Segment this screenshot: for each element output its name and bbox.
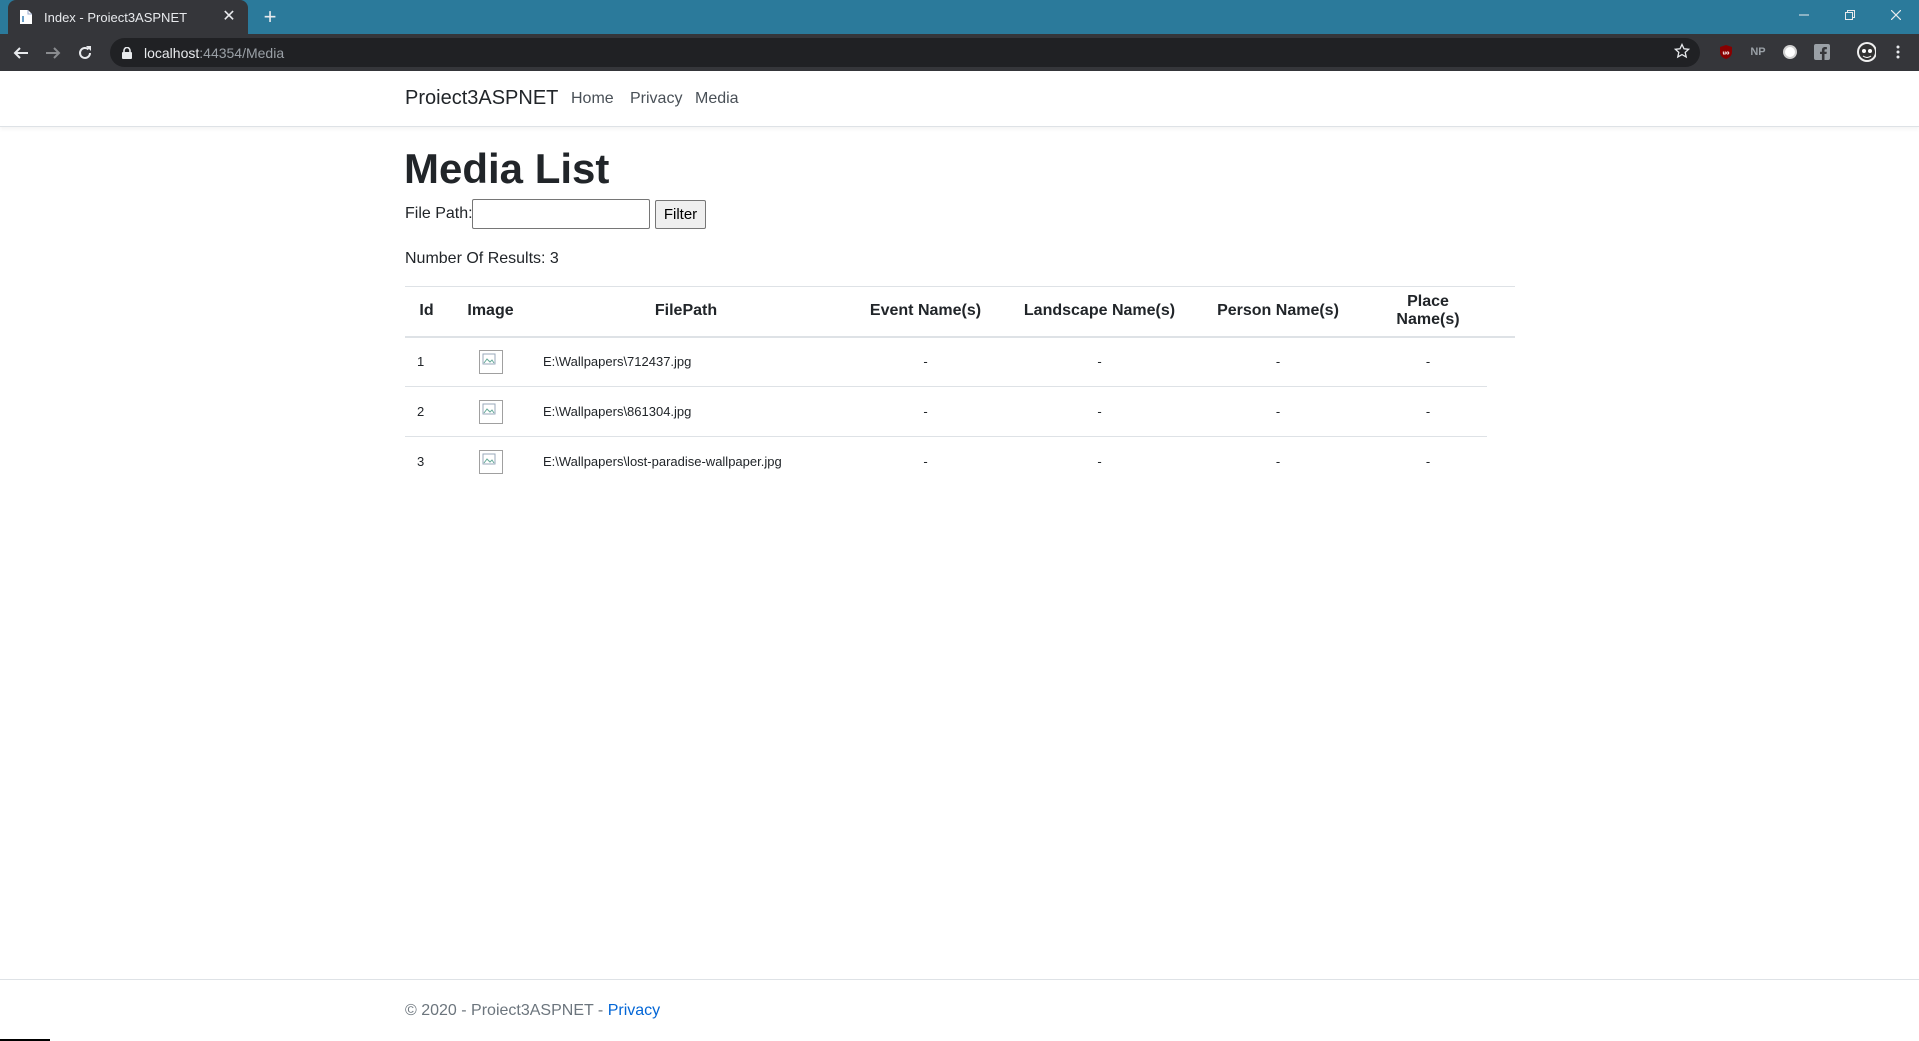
header-spacer — [1487, 286, 1515, 338]
cell-person: - — [1187, 336, 1369, 387]
cell-id: 3 — [417, 454, 425, 470]
cell-place: - — [1425, 454, 1431, 470]
nav-privacy[interactable]: Privacy — [630, 90, 682, 108]
table-row: 1 E:\Wallpapers\712437.jpg - - - - — [405, 336, 1515, 387]
cell-image — [448, 336, 533, 387]
cell-id: 1 — [405, 336, 448, 387]
browser-toolbar: localhost :44354/Media uo NP — [0, 34, 1919, 71]
cell-id: 2 — [405, 386, 448, 437]
ublock-icon[interactable]: uo — [1716, 42, 1736, 62]
cell-landscape: - — [1097, 454, 1102, 470]
cell-landscape: - — [1012, 386, 1187, 437]
circle-extension-icon[interactable] — [1780, 42, 1800, 62]
header-image: Image — [448, 286, 533, 338]
profile-avatar[interactable] — [1856, 42, 1876, 62]
page-title: Media List — [404, 145, 610, 192]
cell-place: - — [1369, 336, 1487, 387]
tab-title: Index - Proiect3ASPNET — [44, 9, 188, 25]
footer-privacy-link[interactable]: Privacy — [608, 1002, 660, 1019]
svg-text:uo: uo — [1723, 51, 1731, 57]
cell-image — [448, 437, 533, 487]
cell-spacer — [1487, 337, 1515, 387]
site-navbar: Proiect3ASPNET Home Privacy Media — [0, 71, 1919, 127]
cell-spacer — [1487, 387, 1515, 437]
browser-tab[interactable]: Index - Proiect3ASPNET ✕ — [8, 0, 248, 34]
bookmark-star-icon[interactable] — [1673, 42, 1691, 64]
header-filepath: FilePath — [533, 286, 839, 338]
cell-event: - — [839, 386, 1012, 437]
footer-text: © 2020 - Proiect3ASPNET - Privacy — [405, 1002, 660, 1020]
page-viewport: Proiect3ASPNET Home Privacy Media Media … — [0, 71, 1919, 1041]
restore-icon[interactable] — [1827, 0, 1873, 30]
reload-icon[interactable] — [72, 40, 98, 66]
filter-button[interactable]: Filter — [655, 200, 706, 229]
cell-filepath: E:\Wallpapers\861304.jpg — [533, 386, 839, 437]
file-path-input[interactable] — [472, 199, 650, 229]
broken-image-icon[interactable] — [478, 349, 503, 374]
nav-media[interactable]: Media — [695, 90, 739, 108]
lock-icon — [120, 46, 134, 60]
browser-menu-icon[interactable] — [1888, 42, 1908, 62]
url-path: :44354/Media — [199, 44, 285, 61]
footer-copyright: © 2020 - Proiect3ASPNET - — [405, 1002, 608, 1019]
cell-event: - — [923, 454, 928, 470]
page-icon — [18, 9, 34, 25]
cell-person: - — [1275, 454, 1281, 470]
cell-event: - — [839, 336, 1012, 387]
browser-titlebar: Index - Proiect3ASPNET ✕ + — [0, 0, 1919, 34]
cell-image — [448, 386, 533, 437]
table-row: 3 E:\Wallpapers\lost-paradise-wallpaper.… — [405, 437, 1515, 487]
minimize-icon[interactable] — [1781, 0, 1827, 30]
cell-filepath: E:\Wallpapers\lost-paradise-wallpaper.jp… — [543, 454, 782, 470]
close-tab-icon[interactable]: ✕ — [220, 8, 238, 26]
header-id: Id — [405, 286, 448, 338]
results-count: Number Of Results: 3 — [405, 250, 559, 267]
cell-spacer — [1487, 437, 1515, 487]
broken-image-icon[interactable] — [478, 399, 503, 424]
header-event-names: Event Name(s) — [839, 286, 1012, 338]
forward-icon[interactable] — [40, 40, 66, 66]
cell-filepath: E:\Wallpapers\712437.jpg — [533, 336, 839, 387]
address-bar[interactable]: localhost :44354/Media — [110, 38, 1700, 67]
url-host: localhost — [144, 44, 200, 61]
file-path-label: File Path: — [405, 205, 473, 222]
header-place-names: Place Name(s) — [1369, 286, 1487, 338]
table-header-row: Id Image FilePath Event Name(s) Landscap… — [405, 286, 1515, 338]
cell-person: - — [1187, 386, 1369, 437]
facebook-icon[interactable] — [1812, 42, 1832, 62]
media-table: Id Image FilePath Event Name(s) Landscap… — [405, 286, 1515, 487]
header-landscape-names: Landscape Name(s) — [1012, 286, 1187, 338]
nav-home[interactable]: Home — [571, 90, 614, 108]
cell-landscape: - — [1012, 336, 1187, 387]
header-person-names: Person Name(s) — [1187, 286, 1369, 338]
window-close-icon[interactable] — [1873, 0, 1919, 30]
broken-image-icon[interactable] — [478, 449, 503, 474]
cell-place: - — [1369, 386, 1487, 437]
table-row: 2 E:\Wallpapers\861304.jpg - - - - — [405, 386, 1515, 437]
site-footer: © 2020 - Proiect3ASPNET - Privacy — [0, 979, 1919, 1041]
new-tab-button[interactable]: + — [258, 5, 282, 29]
np-icon[interactable]: NP — [1748, 42, 1768, 62]
navbar-brand[interactable]: Proiect3ASPNET — [405, 87, 558, 110]
back-icon[interactable] — [8, 40, 34, 66]
